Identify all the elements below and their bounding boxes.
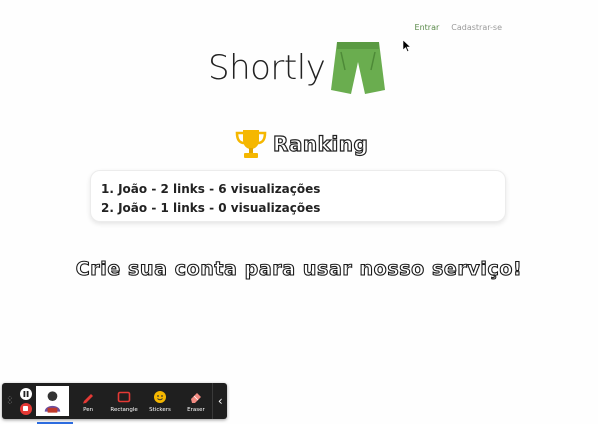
login-link[interactable]: Entrar — [415, 23, 440, 32]
stickers-label: Stickers — [149, 406, 171, 413]
rectangle-tool[interactable]: Rectangle — [108, 390, 141, 413]
rectangle-label: Rectangle — [110, 406, 138, 413]
stop-icon — [23, 406, 29, 411]
ranking-card: 1. João - 2 links - 6 visualizações 2. J… — [90, 170, 506, 222]
ranking-list: 1. João - 2 links - 6 visualizações 2. J… — [101, 180, 495, 218]
ranking-title: Ranking — [272, 131, 369, 156]
webcam-preview[interactable] — [35, 386, 69, 416]
pause-button[interactable] — [19, 387, 32, 400]
drag-handle-icon[interactable]: ⁘ ⁘ — [6, 395, 14, 407]
brand-title: Shortly — [208, 48, 326, 88]
pen-tool[interactable]: Pen — [72, 390, 105, 413]
stickers-tool[interactable]: Stickers — [144, 390, 177, 413]
signup-cta-text: Crie sua conta para usar nosso serviço! — [75, 257, 523, 280]
ranking-item: 1. João - 2 links - 6 visualizações — [101, 182, 321, 196]
pen-label: Pen — [83, 406, 94, 413]
brand-header: Shortly — [208, 40, 387, 96]
recorder-toolbar: ⁘ ⁘ Pen Rectangle Stickers Eraser ‹ — [2, 383, 227, 419]
pen-icon — [83, 393, 94, 403]
pause-icon — [23, 390, 29, 397]
eraser-tool[interactable]: Eraser — [180, 390, 213, 413]
rectangle-icon — [117, 391, 131, 402]
sticker-icon — [154, 390, 167, 403]
collapse-chevron-icon[interactable]: ‹ — [212, 383, 227, 419]
top-nav: Entrar Cadastrar-se — [415, 23, 502, 32]
eraser-label: Eraser — [187, 406, 205, 413]
shorts-icon — [331, 42, 386, 94]
signup-link[interactable]: Cadastrar-se — [451, 23, 502, 32]
eraser-icon — [190, 392, 201, 403]
trophy-icon — [235, 130, 267, 158]
ranking-heading: Ranking — [234, 128, 368, 160]
recording-controls — [19, 387, 32, 415]
stop-button[interactable] — [19, 402, 32, 415]
ranking-item: 2. João - 1 links - 0 visualizações — [101, 201, 321, 215]
mouse-cursor-icon — [403, 40, 411, 52]
